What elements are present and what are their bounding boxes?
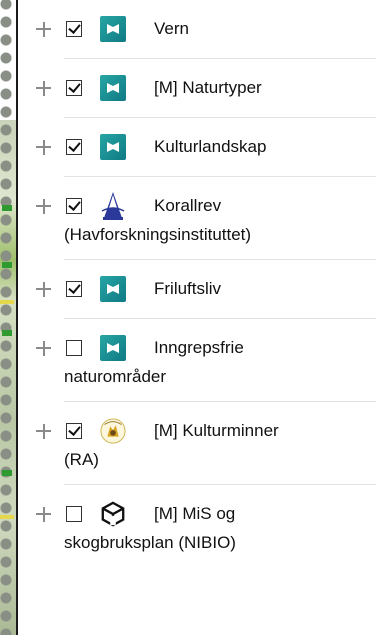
expand-plus-icon[interactable] (36, 507, 51, 522)
layer-label: [M] Kulturminner (154, 421, 279, 440)
layer-item-korallrev: Korallrev (Havforskningsinstituttet) (36, 177, 376, 260)
layer-checkbox[interactable] (66, 281, 82, 297)
layer-item-naturtyper: [M] Naturtyper (36, 59, 376, 118)
layer-label: Inngrepsfrie (154, 338, 244, 357)
expand-plus-icon[interactable] (36, 341, 51, 356)
layer-label: Vern (154, 19, 189, 38)
layer-item-kulturlandskap: Kulturlandskap (36, 118, 376, 177)
layer-checkbox[interactable] (66, 80, 82, 96)
layer-checkbox[interactable] (66, 506, 82, 522)
layer-list-panel: Vern [M] Naturtyper Kulturlandskap Koral… (16, 0, 376, 635)
teal-map-icon (100, 335, 126, 361)
layer-label: Korallrev (154, 196, 222, 215)
layer-checkbox[interactable] (66, 21, 82, 37)
layer-checkbox[interactable] (66, 139, 82, 155)
layer-item-mis-skogbruksplan: [M] MiS og skogbruksplan (NIBIO) (36, 485, 376, 567)
layer-checkbox[interactable] (66, 198, 82, 214)
layer-checkbox[interactable] (66, 340, 82, 356)
expand-plus-icon[interactable] (36, 81, 51, 96)
nibio-logo-icon (100, 501, 126, 527)
expand-plus-icon[interactable] (36, 140, 51, 155)
teal-map-icon (100, 134, 126, 160)
expand-plus-icon[interactable] (36, 282, 51, 297)
layer-checkbox[interactable] (66, 423, 82, 439)
expand-plus-icon[interactable] (36, 22, 51, 37)
layer-label: [M] Naturtyper (154, 78, 262, 97)
layer-label: [M] MiS og (154, 504, 236, 523)
layer-item-inngrepsfrie: Inngrepsfrie naturområder (36, 319, 376, 402)
layer-label: Friluftsliv (154, 279, 222, 298)
map-background[interactable] (0, 0, 16, 635)
teal-map-icon (100, 16, 126, 42)
riksantikvaren-seal-icon (100, 418, 126, 444)
expand-plus-icon[interactable] (36, 424, 51, 439)
layer-label: Kulturlandskap (154, 137, 267, 156)
teal-map-icon (100, 75, 126, 101)
layer-item-friluftsliv: Friluftsliv (36, 260, 376, 319)
teal-map-icon (100, 276, 126, 302)
expand-plus-icon[interactable] (36, 199, 51, 214)
layer-item-kulturminner: [M] Kulturminner (RA) (36, 402, 376, 485)
layer-item-vern: Vern (36, 0, 376, 59)
lighthouse-icon (100, 192, 126, 220)
